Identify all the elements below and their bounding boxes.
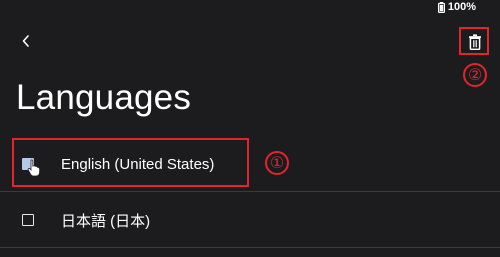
language-label-japanese: 日本語 (日本)	[61, 212, 151, 230]
language-item-highlight	[12, 138, 249, 187]
annotation-marker-2: ②	[463, 63, 487, 87]
status-bar: 100%	[437, 0, 500, 14]
page-title: Languages	[16, 78, 192, 117]
delete-button-highlight	[459, 27, 489, 55]
language-item-japanese[interactable]: 日本語 (日本)	[0, 192, 500, 248]
hand-cursor-icon	[27, 159, 40, 177]
battery-percentage: 100%	[447, 1, 476, 13]
back-button[interactable]	[14, 28, 38, 54]
chevron-left-icon	[22, 35, 29, 47]
checkbox-japanese[interactable]	[22, 214, 34, 226]
battery-icon	[437, 1, 445, 13]
annotation-marker-1: ①	[265, 151, 289, 175]
divider	[0, 247, 500, 248]
